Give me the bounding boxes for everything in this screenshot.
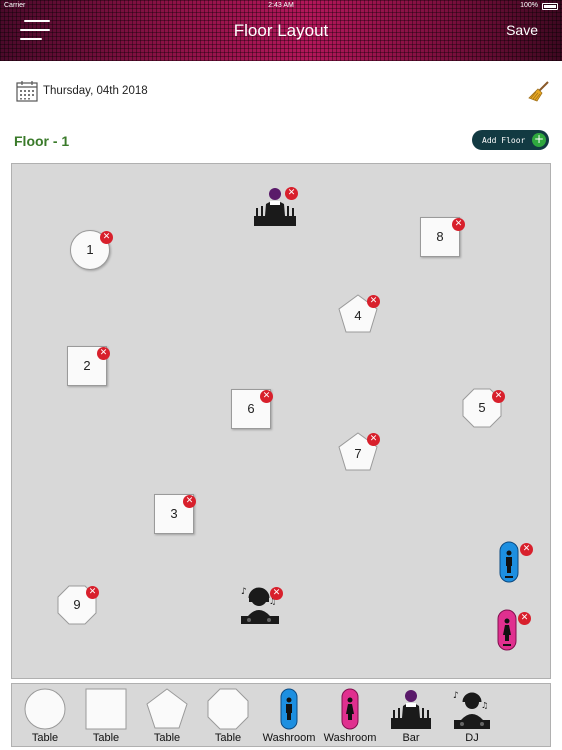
palette-octagon-table[interactable]: Table xyxy=(199,684,257,748)
palette-washroom-women[interactable]: Washroom xyxy=(321,684,379,748)
clear-broom-icon[interactable] xyxy=(528,80,550,102)
delete-icon[interactable]: ✕ xyxy=(260,390,273,403)
palette-dj[interactable]: ♪ ♫ DJ xyxy=(443,684,501,748)
delete-icon[interactable]: ✕ xyxy=(367,295,380,308)
pentagon-table-icon xyxy=(146,688,188,729)
delete-icon[interactable]: ✕ xyxy=(183,495,196,508)
calendar-icon xyxy=(16,81,38,102)
bar-icon xyxy=(391,690,431,729)
washroom-men-icon xyxy=(280,688,298,730)
palette-square-table[interactable]: Table xyxy=(77,684,135,748)
table-item[interactable]: 9 ✕ xyxy=(57,585,99,625)
table-item[interactable]: 1 ✕ xyxy=(70,230,113,270)
delete-icon[interactable]: ✕ xyxy=(86,586,99,599)
table-item[interactable]: 6 ✕ xyxy=(231,389,273,429)
delete-icon[interactable]: ✕ xyxy=(100,231,113,244)
svg-text:♪: ♪ xyxy=(453,691,459,701)
add-floor-label: Add Floor xyxy=(482,135,526,145)
table-item[interactable]: 7 ✕ xyxy=(338,432,380,472)
delete-icon[interactable]: ✕ xyxy=(97,347,110,360)
circle-table-icon xyxy=(24,688,66,730)
palette-label: Table xyxy=(31,732,59,744)
svg-text:♪: ♪ xyxy=(241,587,247,597)
palette-washroom-men[interactable]: Washroom xyxy=(260,684,318,748)
floor-canvas[interactable]: ✕ 1 ✕ 8 ✕ 4 ✕ 2 ✕ 6 ✕ 5 ✕ 7 ✕ 3 ✕ ✕ ✕ 9 … xyxy=(11,163,551,679)
washroom-women-icon xyxy=(341,688,359,730)
battery-icon xyxy=(542,3,558,10)
floor-title: Floor - 1 xyxy=(14,133,70,149)
palette-label: Washroom xyxy=(262,732,316,744)
palette-label: Table xyxy=(153,732,181,744)
delete-icon[interactable]: ✕ xyxy=(520,543,533,556)
palette-label: Table xyxy=(214,732,242,744)
palette-circle-table[interactable]: Table xyxy=(16,684,74,748)
bar-item[interactable]: ✕ xyxy=(252,186,298,228)
palette-bar[interactable]: Bar xyxy=(382,684,440,748)
plus-icon: + xyxy=(532,132,546,147)
table-item[interactable]: 8 ✕ xyxy=(420,217,465,257)
dj-icon: ♪ ♫ xyxy=(453,691,490,729)
table-item[interactable]: 3 ✕ xyxy=(154,494,196,534)
palette-label: Washroom xyxy=(323,732,377,744)
delete-icon[interactable]: ✕ xyxy=(452,218,465,231)
battery-percent: 100% xyxy=(520,2,538,9)
octagon-table-icon xyxy=(207,688,249,730)
dj-item[interactable]: ♪ ♫ ✕ xyxy=(237,582,283,628)
delete-icon[interactable]: ✕ xyxy=(492,390,505,403)
page-title: Floor Layout xyxy=(233,21,329,40)
delete-icon[interactable]: ✕ xyxy=(270,587,283,600)
table-item[interactable]: 5 ✕ xyxy=(462,388,505,428)
washroom-men-item[interactable]: ✕ xyxy=(498,540,533,584)
svg-text:♫: ♫ xyxy=(481,701,488,710)
delete-icon[interactable]: ✕ xyxy=(518,612,531,625)
clock: 2:43 AM xyxy=(268,2,294,9)
date-selector[interactable]: Thursday, 04th 2018 xyxy=(16,79,148,103)
save-button[interactable]: Save xyxy=(506,22,538,38)
washroom-women-item[interactable]: ✕ xyxy=(496,608,531,652)
palette-pentagon-table[interactable]: Table xyxy=(138,684,196,748)
square-table-icon xyxy=(85,688,127,730)
palette-label: Bar xyxy=(402,732,420,744)
table-item[interactable]: 2 ✕ xyxy=(67,346,110,386)
date-text: Thursday, 04th 2018 xyxy=(43,85,148,97)
table-item[interactable]: 4 ✕ xyxy=(338,294,380,334)
item-palette: Table Table Table Table Washroom Washroo… xyxy=(11,683,551,747)
palette-label: DJ xyxy=(465,732,479,744)
add-floor-button[interactable]: Add Floor + xyxy=(472,130,549,150)
delete-icon[interactable]: ✕ xyxy=(367,433,380,446)
palette-label: Table xyxy=(92,732,120,744)
delete-icon[interactable]: ✕ xyxy=(285,187,298,200)
status-bar: Carrier 2:43 AM 100% xyxy=(0,0,562,12)
